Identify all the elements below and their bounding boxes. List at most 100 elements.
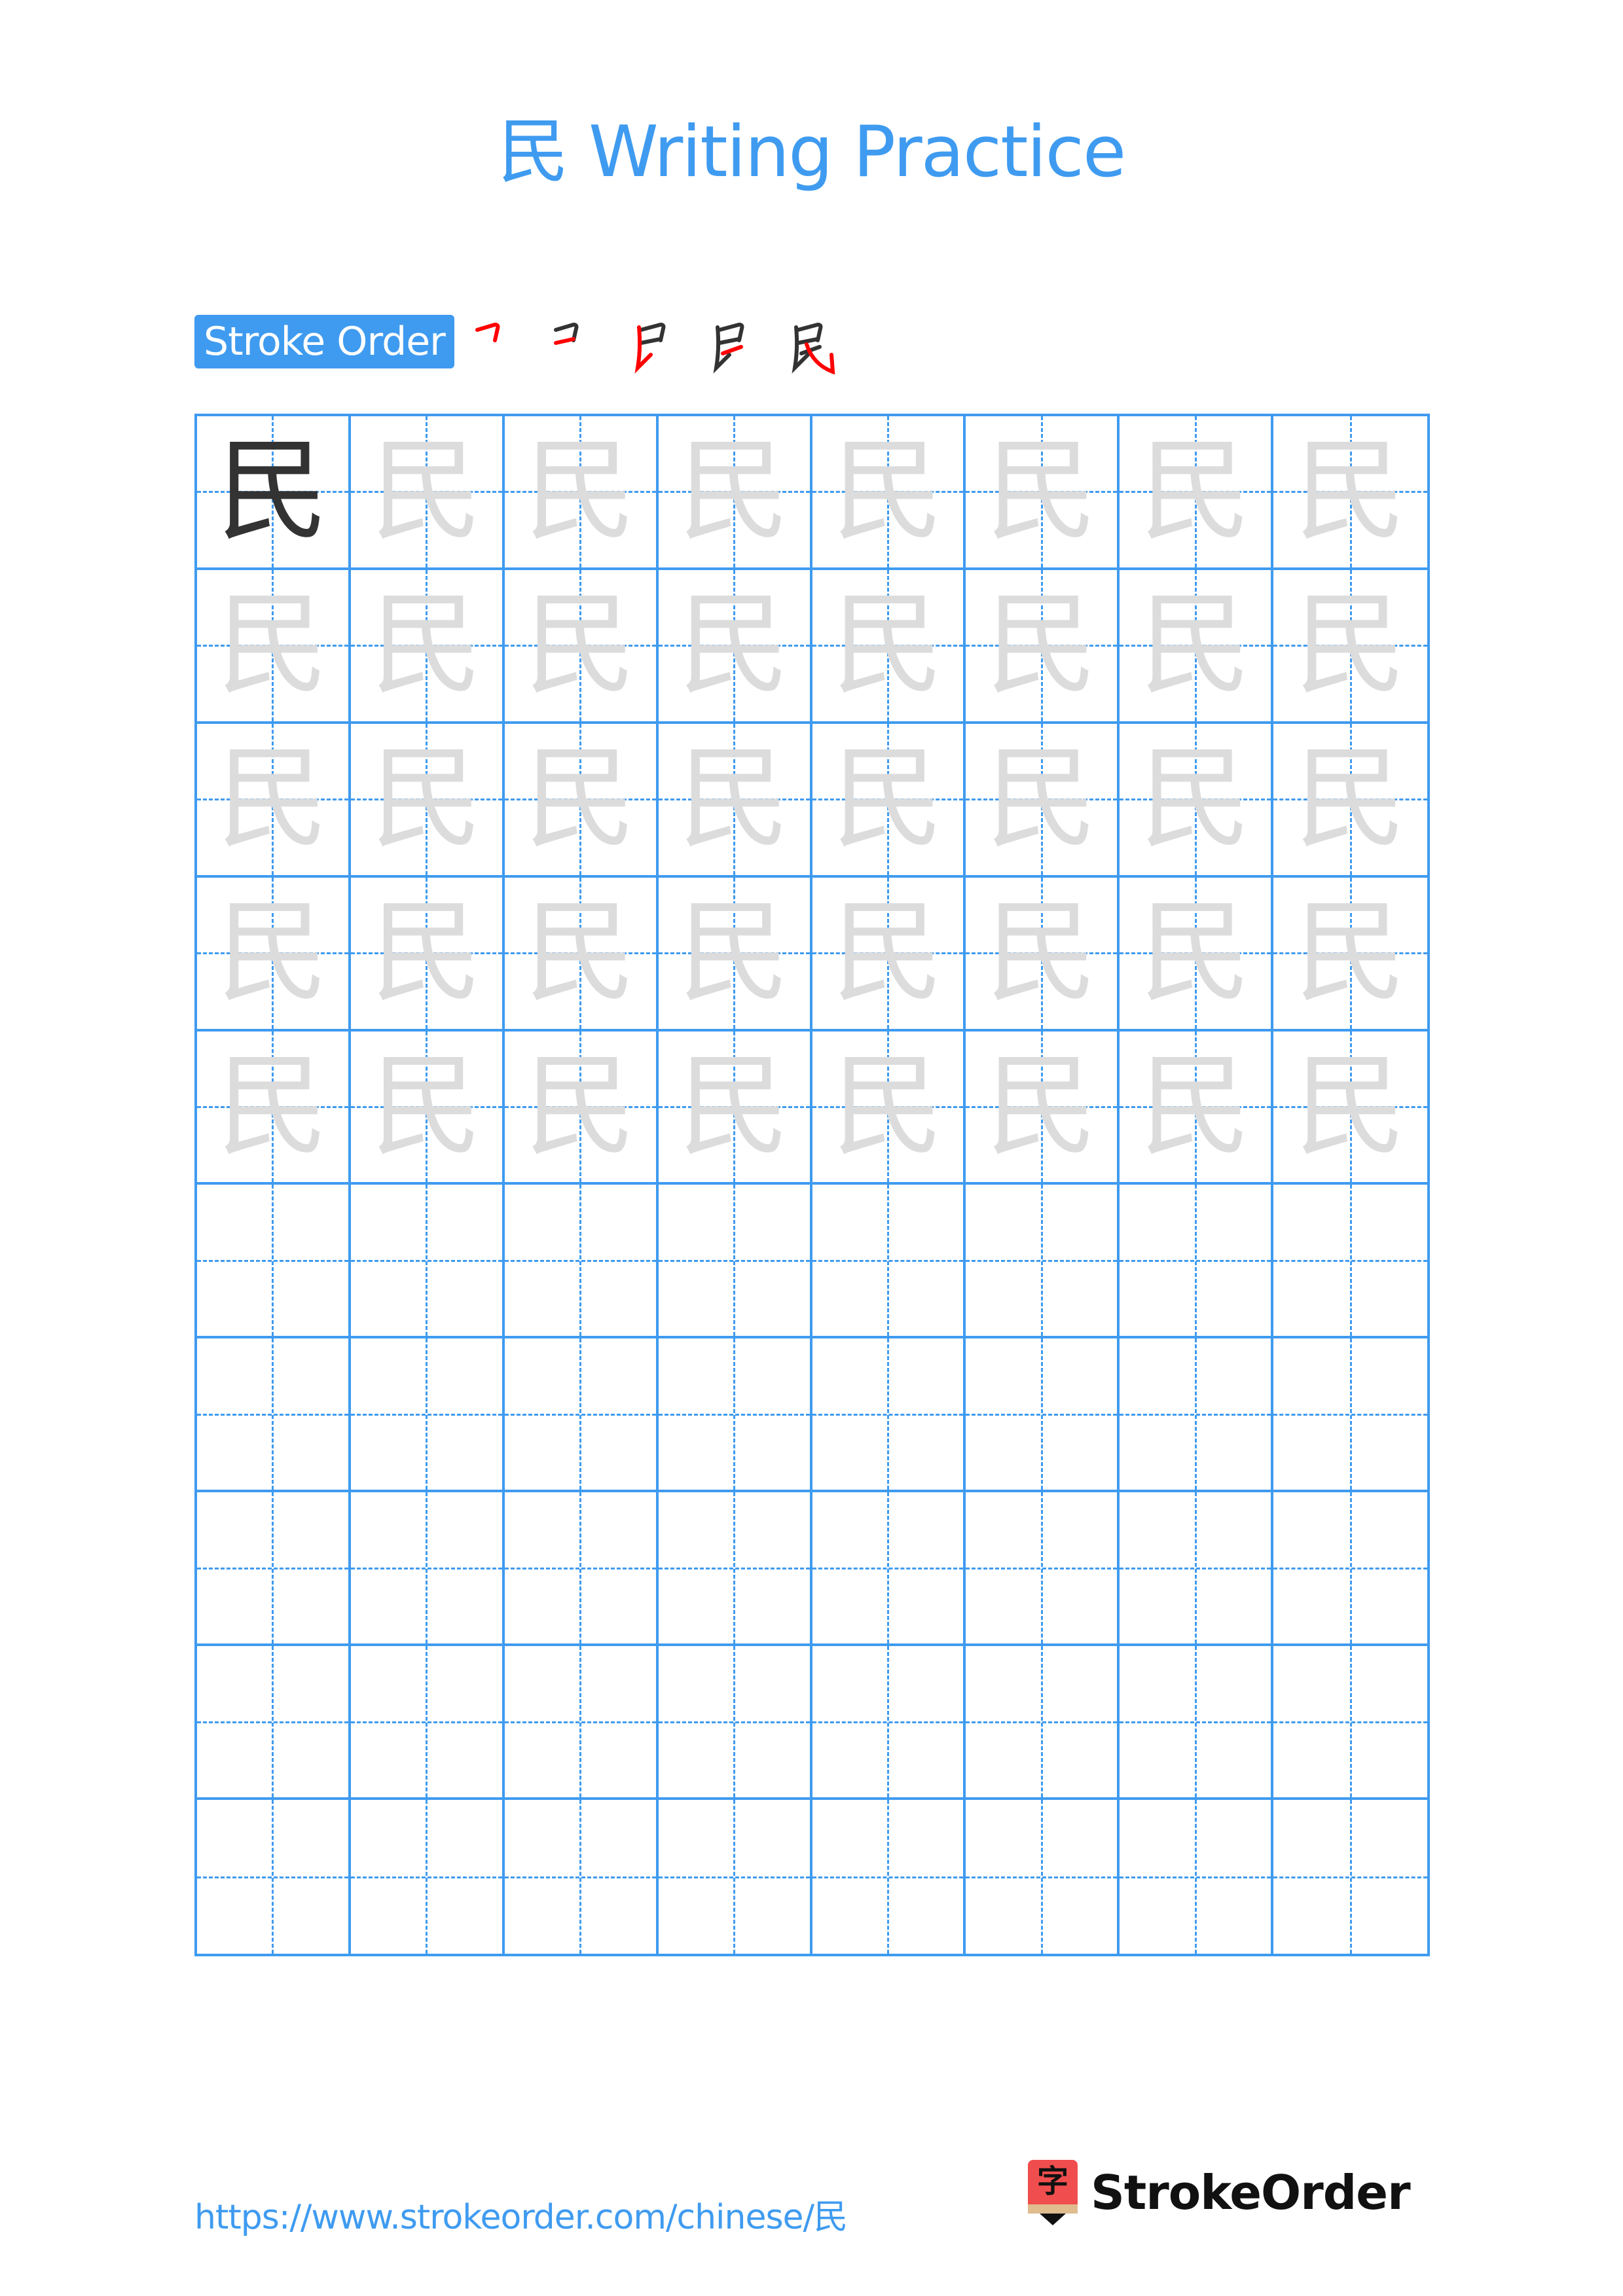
trace-character: 民 (985, 1042, 1097, 1172)
grid-cell (1273, 1338, 1427, 1493)
stroke-order-row: Stroke Order (194, 309, 860, 375)
grid-cell: 民 (658, 416, 812, 570)
trace-character: 民 (524, 581, 636, 711)
grid-cell: 民 (658, 569, 812, 724)
stroke-step-4 (703, 309, 780, 374)
grid-cell (1273, 1646, 1427, 1801)
grid-cell: 民 (1273, 1031, 1427, 1185)
trace-character: 民 (524, 427, 636, 557)
grid-cell: 民 (966, 877, 1120, 1031)
trace-character: 民 (217, 581, 329, 711)
grid-cell: 民 (658, 877, 812, 1031)
logo-pencil-wood (1028, 2204, 1078, 2214)
grid-cell: 民 (504, 1031, 659, 1185)
trace-character: 民 (678, 427, 790, 557)
trace-character: 民 (831, 888, 943, 1018)
trace-character: 民 (217, 734, 329, 865)
grid-cell (197, 1646, 351, 1801)
grid-cell: 民 (812, 877, 966, 1031)
grid-cell (197, 1800, 351, 1954)
grid-cell (812, 1185, 966, 1339)
trace-character: 民 (1294, 427, 1406, 557)
trace-character: 民 (831, 734, 943, 865)
trace-character: 民 (371, 1042, 483, 1172)
trace-character: 民 (831, 427, 943, 557)
grid-cell: 民 (197, 416, 351, 570)
trace-character: 民 (678, 888, 790, 1018)
trace-character: 民 (1294, 734, 1406, 865)
trace-character: 民 (1294, 1042, 1406, 1172)
grid-cell: 民 (350, 416, 505, 570)
grid-cell: 民 (350, 569, 505, 724)
trace-character: 民 (371, 581, 483, 711)
grid-cell (350, 1492, 505, 1647)
trace-character: 民 (371, 427, 483, 557)
grid-cell: 民 (812, 416, 966, 570)
trace-character: 民 (985, 427, 1097, 557)
brand-name: StrokeOrder (1091, 2165, 1411, 2220)
grid-cell: 民 (1273, 878, 1427, 1031)
trace-character: 民 (524, 1042, 636, 1172)
grid-cell (966, 1185, 1120, 1339)
grid-cell (504, 1646, 659, 1801)
trace-character: 民 (985, 888, 1097, 1018)
grid-cell: 民 (812, 723, 966, 878)
logo-glyph: 字 (1028, 2160, 1078, 2204)
grid-cell: 民 (966, 723, 1120, 878)
stroke-order-label: Stroke Order (194, 315, 454, 368)
stroke-step-1 (467, 309, 545, 374)
grid-cell (966, 1492, 1120, 1647)
stroke-step-2 (546, 309, 623, 374)
grid-cell (504, 1185, 659, 1339)
grid-cell: 民 (1120, 569, 1274, 724)
trace-character: 民 (1139, 734, 1251, 865)
trace-character: 民 (831, 581, 943, 711)
brand: 字 StrokeOrder (1028, 2160, 1411, 2225)
trace-character: 民 (371, 734, 483, 865)
grid-cell: 民 (1120, 723, 1274, 878)
trace-character: 民 (217, 888, 329, 1018)
grid-cell (197, 1492, 351, 1647)
trace-character: 民 (678, 1042, 790, 1172)
stroke-step-5 (782, 309, 859, 375)
grid-cell (812, 1800, 966, 1954)
grid-cell: 民 (350, 877, 505, 1031)
grid-cell (1273, 1492, 1427, 1647)
grid-cell: 民 (197, 877, 351, 1031)
grid-cell (658, 1646, 812, 1801)
grid-cell (1120, 1800, 1274, 1954)
stroke-step-1-icon (475, 322, 500, 342)
stroke-step-4-icon (713, 322, 744, 374)
grid-cell (504, 1492, 659, 1647)
trace-character: 民 (985, 581, 1097, 711)
footer-url-link[interactable]: https://www.strokeorder.com/chinese/民 (194, 2189, 848, 2238)
grid-cell (350, 1185, 505, 1339)
grid-cell (350, 1646, 505, 1801)
grid-cell: 民 (658, 723, 812, 878)
grid-cell (197, 1338, 351, 1493)
grid-cell (1120, 1492, 1274, 1647)
grid-cell: 民 (966, 416, 1120, 570)
grid-cell (505, 1800, 659, 1954)
grid-cell (504, 1338, 659, 1493)
grid-cell (1120, 1338, 1274, 1493)
grid-cell: 民 (350, 1031, 505, 1185)
stroke-step-3-icon (634, 322, 666, 374)
stroke-step-2-icon (553, 322, 579, 345)
trace-character: 民 (1294, 888, 1406, 1018)
grid-cell (659, 1800, 812, 1954)
grid-cell (197, 1185, 351, 1339)
trace-character: 民 (524, 734, 636, 865)
grid-cell (658, 1338, 812, 1493)
grid-cell: 民 (350, 723, 505, 878)
grid-cell (812, 1646, 966, 1801)
page-title: 民 Writing Practice (498, 111, 1127, 193)
grid-cell (812, 1492, 966, 1647)
grid-cell (812, 1338, 966, 1493)
grid-cell: 民 (966, 569, 1120, 724)
trace-character: 民 (1139, 888, 1251, 1018)
grid-cell (1120, 1646, 1274, 1801)
grid-cell: 民 (966, 1031, 1120, 1185)
grid-cell: 民 (1120, 416, 1274, 570)
grid-cell: 民 (1120, 1031, 1274, 1185)
